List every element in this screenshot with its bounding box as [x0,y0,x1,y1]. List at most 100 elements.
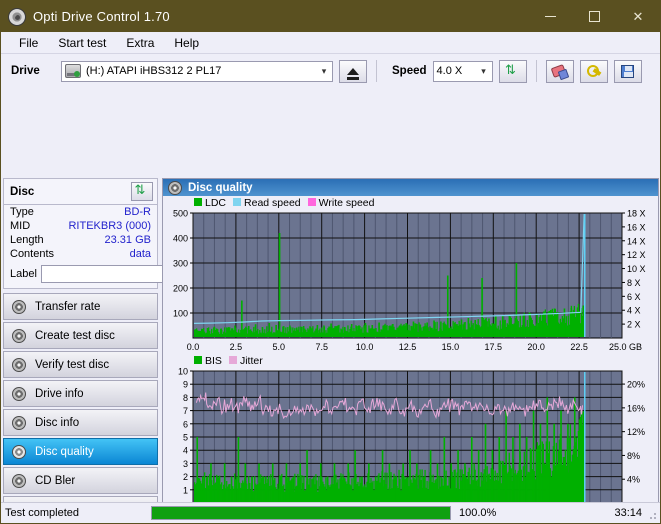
refresh-icon: ⇅ [135,184,150,199]
disc-label-label: Label [10,268,37,280]
svg-text:0.0: 0.0 [187,342,200,352]
sidebar-item-transfer-rate[interactable]: Transfer rate [3,293,158,320]
navigation-list: Transfer rate Create test disc Verify te… [3,293,158,524]
disc-quality-icon [168,181,182,195]
svg-text:22.5: 22.5 [570,342,588,352]
svg-text:18 X: 18 X [627,209,646,219]
disc-type-label: Type [10,206,34,218]
drive-label: Drive [7,65,55,77]
sidebar-item-verify-test-disc[interactable]: Verify test disc [3,351,158,378]
window-title: Opti Drive Control 1.70 [33,9,170,24]
svg-text:20%: 20% [627,380,645,390]
menu-start-test[interactable]: Start test [48,34,116,52]
disc-panel-title: Disc [10,186,34,198]
eject-icon [347,68,359,75]
legend-read-speed: Read speed [233,197,301,209]
minimize-icon[interactable] [528,1,572,32]
disc-icon [12,416,26,430]
svg-text:6 X: 6 X [627,292,641,302]
svg-text:25.0 GB: 25.0 GB [609,342,642,352]
bis-chart: BIS Jitter 123456789104%8%12%16%20%0.02.… [163,354,658,519]
main-body: Disc ⇅ Type BD-R MID RITEKBR3 (000) Leng… [1,88,660,524]
resize-grip[interactable] [646,509,658,521]
svg-text:100: 100 [173,309,188,319]
title-bar: Opti Drive Control 1.70 ✕ [1,1,660,32]
disc-quality-panel: Disc quality LDC Read speed Write speed … [162,178,659,524]
disc-label-row: Label [4,261,157,288]
sidebar-item-drive-info[interactable]: Drive info [3,380,158,407]
ldc-chart: LDC Read speed Write speed 1002003004005… [163,196,658,354]
ldc-chart-legend: LDC Read speed Write speed [163,196,658,209]
svg-text:10: 10 [178,367,188,377]
app-disc-icon [8,8,26,26]
disc-icon [12,329,26,343]
floppy-disk-icon [621,65,634,78]
drive-select-value: (H:) ATAPI iHBS312 2 PL17 [86,65,221,77]
refresh-button[interactable]: ⇅ [499,60,527,83]
svg-text:8: 8 [183,393,188,403]
svg-text:8 X: 8 X [627,278,641,288]
svg-text:5.0: 5.0 [273,342,286,352]
svg-text:400: 400 [173,234,188,244]
svg-text:4 X: 4 X [627,306,641,316]
sidebar-label: Verify test disc [35,359,109,371]
svg-text:10.0: 10.0 [356,342,374,352]
window-controls: ✕ [528,1,660,32]
toolbar-divider [376,60,377,82]
save-button[interactable] [614,60,642,83]
eraser-icon [552,66,568,77]
svg-text:20.0: 20.0 [527,342,545,352]
sidebar-label: Transfer rate [35,301,100,313]
svg-text:6: 6 [183,419,188,429]
disc-row-type: Type BD-R [4,205,157,219]
speed-select-value: 4.0 X [437,65,463,77]
svg-text:17.5: 17.5 [485,342,503,352]
refresh-icon: ⇅ [505,64,520,79]
panel-title: Disc quality [188,182,253,194]
sidebar-label: Disc info [35,417,79,429]
disc-icon [12,358,26,372]
maximize-icon[interactable] [572,1,616,32]
legend-jitter: Jitter [229,355,263,367]
sidebar-item-disc-quality[interactable]: Disc quality [3,438,158,465]
svg-text:5: 5 [183,433,188,443]
disc-panel-header: Disc ⇅ [4,179,157,205]
menu-bar: File Start test Extra Help [1,32,660,54]
svg-text:12 X: 12 X [627,250,646,260]
disc-length-label: Length [10,234,44,246]
sidebar-item-disc-info[interactable]: Disc info [3,409,158,436]
disc-refresh-button[interactable]: ⇅ [131,182,153,201]
disc-type-value: BD-R [124,206,151,218]
bis-chart-plot: 123456789104%8%12%16%20%0.02.55.07.510.0… [163,367,658,519]
svg-text:15.0: 15.0 [442,342,460,352]
erase-button[interactable] [546,60,574,83]
disc-icon [12,300,26,314]
progress-percent: 100.0% [451,507,513,519]
tools-button[interactable] [580,60,608,83]
legend-write-speed: Write speed [308,197,375,209]
svg-text:7.5: 7.5 [315,342,328,352]
disc-contents-label: Contents [10,248,54,260]
close-icon[interactable]: ✕ [616,1,660,32]
disc-length-value: 23.31 GB [105,234,151,246]
disc-row-contents: Contents data [4,247,157,261]
menu-extra[interactable]: Extra [116,34,164,52]
svg-text:12.5: 12.5 [399,342,417,352]
menu-file[interactable]: File [9,34,48,52]
sidebar: Disc ⇅ Type BD-R MID RITEKBR3 (000) Leng… [3,178,158,524]
eject-button[interactable] [339,60,367,83]
speed-select[interactable]: 4.0 X ▾ [433,61,493,82]
sidebar-item-create-test-disc[interactable]: Create test disc [3,322,158,349]
drive-select[interactable]: (H:) ATAPI iHBS312 2 PL17 ▾ [61,61,333,82]
wrench-icon [586,64,602,78]
drive-icon [65,64,81,78]
svg-text:12%: 12% [627,427,645,437]
svg-text:7: 7 [183,406,188,416]
bis-chart-legend: BIS Jitter [163,354,658,367]
svg-text:8%: 8% [627,451,640,461]
menu-help[interactable]: Help [164,34,209,52]
disc-row-length: Length 23.31 GB [4,233,157,247]
svg-text:3: 3 [183,459,188,469]
sidebar-item-cd-bler[interactable]: CD Bler [3,467,158,494]
sidebar-label: CD Bler [35,475,75,487]
